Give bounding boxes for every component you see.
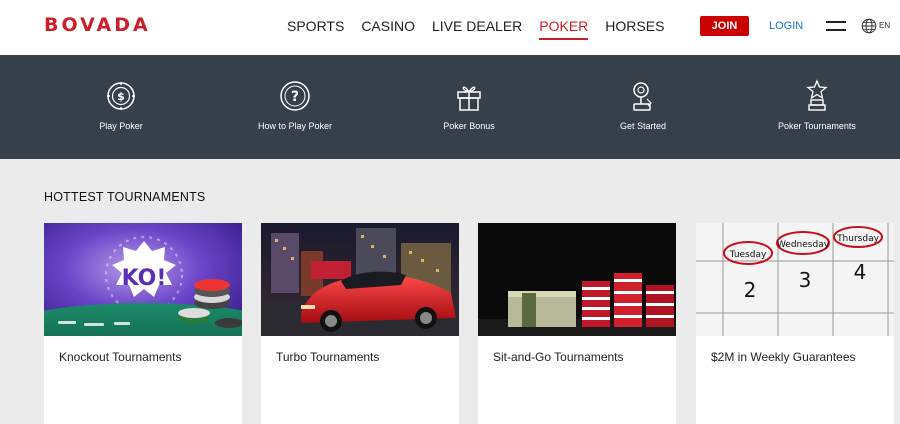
ko-badge-text: KO! xyxy=(122,266,167,291)
question-mark-icon: ? xyxy=(280,81,310,111)
card-title: Sit-and-Go Tournaments xyxy=(493,350,624,364)
joystick-icon xyxy=(633,82,652,111)
calendar-day-label: Tuesday xyxy=(729,250,767,260)
bovada-logo[interactable]: BOVADA xyxy=(44,14,151,36)
subnav-label: Get Started xyxy=(619,121,667,131)
tournament-card-turbo[interactable]: Turbo Tournaments xyxy=(261,223,459,424)
section-title: HOTTEST TOURNAMENTS xyxy=(44,190,206,204)
subnav-play-poker[interactable]: $ Play Poker xyxy=(51,55,191,159)
subnav-label: How to Play Poker xyxy=(257,121,333,131)
subnav-label: Poker Tournaments xyxy=(778,121,856,131)
calendar-number: 2 xyxy=(744,278,757,302)
globe-icon[interactable] xyxy=(861,18,877,34)
sit-and-go-image xyxy=(478,223,676,336)
turbo-image xyxy=(261,223,459,336)
svg-text:?: ? xyxy=(291,89,299,105)
hamburger-menu-icon[interactable] xyxy=(826,19,846,33)
nav-poker[interactable]: POKER xyxy=(539,18,589,40)
tournament-card-sit-and-go[interactable]: Sit-and-Go Tournaments xyxy=(478,223,676,424)
subnav-label: Poker Bonus xyxy=(443,121,495,131)
tournament-card-weekly-guarantees[interactable]: Tuesday Wednesday Thursday 2 3 4 $2M in … xyxy=(696,223,894,424)
calendar-image: Tuesday Wednesday Thursday 2 3 4 xyxy=(696,223,894,336)
card-title: Knockout Tournaments xyxy=(59,350,182,364)
card-title: $2M in Weekly Guarantees xyxy=(711,350,856,364)
nav-sports[interactable]: SPORTS xyxy=(287,18,344,40)
gift-icon xyxy=(457,86,481,111)
top-header: BOVADA SPORTS CASINO LIVE DEALER POKER H… xyxy=(0,0,900,55)
subnav-how-to-play[interactable]: ? How to Play Poker xyxy=(225,55,365,159)
subnav-get-started[interactable]: Get Started xyxy=(573,55,713,159)
subnav-label: Play Poker xyxy=(99,121,143,131)
nav-live-dealer[interactable]: LIVE DEALER xyxy=(432,18,522,40)
main-nav: SPORTS CASINO LIVE DEALER POKER HORSES xyxy=(287,18,681,40)
calendar-number: 3 xyxy=(799,268,812,292)
knockout-image: KO! xyxy=(44,223,242,336)
calendar-day-label: Thursday xyxy=(836,234,880,244)
calendar-number: 4 xyxy=(854,260,867,284)
calendar-day-label: Wednesday xyxy=(777,240,830,250)
nav-casino[interactable]: CASINO xyxy=(361,18,415,40)
poker-subnav: $ Play Poker ? How to Play Poker Poker B… xyxy=(0,55,900,159)
language-label[interactable]: EN xyxy=(879,21,890,30)
login-link[interactable]: LOGIN xyxy=(769,20,803,32)
join-button[interactable]: JOIN xyxy=(700,16,749,36)
svg-text:$: $ xyxy=(117,90,125,103)
card-title: Turbo Tournaments xyxy=(276,350,380,364)
nav-horses[interactable]: HORSES xyxy=(605,18,664,40)
poker-chip-dollar-icon: $ xyxy=(107,82,135,110)
tournament-card-knockout[interactable]: KO! Knockout Tournaments xyxy=(44,223,242,424)
subnav-poker-bonus[interactable]: Poker Bonus xyxy=(399,55,539,159)
subnav-poker-tournaments[interactable]: Poker Tournaments xyxy=(747,55,887,159)
trophy-star-icon xyxy=(806,79,828,111)
